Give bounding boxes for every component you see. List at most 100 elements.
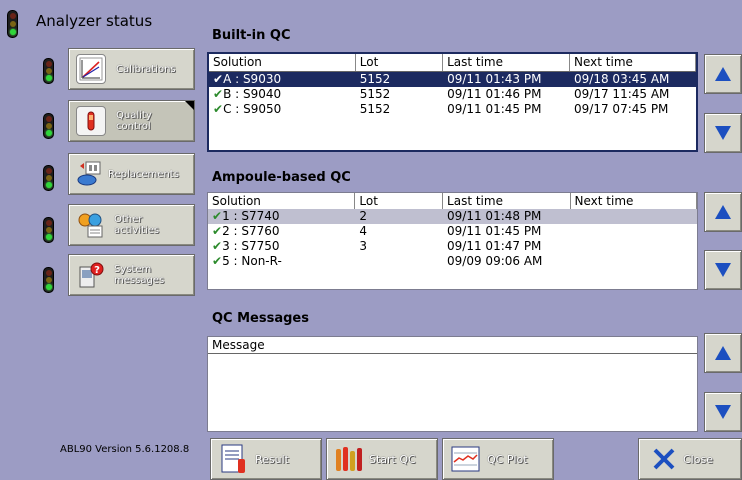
other-activities-button[interactable]: Other activities bbox=[68, 204, 195, 246]
next-time-cell: 09/18 03:45 AM bbox=[574, 72, 670, 86]
calibrations-button[interactable]: Calibrations bbox=[68, 48, 195, 90]
lot-cell: 5152 bbox=[359, 102, 391, 116]
solution-cell: 5 : Non-R- bbox=[222, 254, 282, 268]
qc-messages-list: Message bbox=[207, 336, 698, 432]
start-qc-ampoules-icon bbox=[336, 447, 362, 471]
result-label: Result bbox=[255, 452, 289, 466]
next-time-cell: 09/17 11:45 AM bbox=[574, 87, 670, 101]
builtin-qc-title: Built-in QC bbox=[212, 28, 291, 43]
ampoule-qc-title: Ampoule-based QC bbox=[212, 170, 351, 185]
arrow-down-icon bbox=[715, 126, 731, 140]
other-activities-icon bbox=[76, 211, 104, 239]
replacements-icon bbox=[76, 160, 104, 188]
messages-scroll-down-button[interactable] bbox=[704, 392, 742, 432]
close-button[interactable]: Close bbox=[638, 438, 742, 480]
status-light-other-activities bbox=[43, 217, 54, 243]
solution-cell: A : S9030 bbox=[223, 72, 282, 86]
table-row[interactable]: ✔A : S9030 5152 09/11 01:43 PM 09/18 03:… bbox=[209, 72, 696, 87]
next-time-cell: 09/17 07:45 PM bbox=[574, 102, 669, 116]
lot-cell: 5152 bbox=[359, 72, 391, 86]
table-row[interactable]: ✔2 : S7760 4 09/11 01:45 PM bbox=[208, 224, 697, 239]
last-time-cell: 09/11 01:43 PM bbox=[447, 72, 542, 86]
result-document-icon bbox=[221, 444, 245, 473]
last-time-cell: 09/11 01:45 PM bbox=[447, 102, 542, 116]
system-messages-icon: ? bbox=[76, 261, 104, 289]
qc-ampoule-icon bbox=[76, 106, 106, 136]
last-time-cell: 09/11 01:47 PM bbox=[447, 239, 542, 253]
solution-cell: B : S9040 bbox=[223, 87, 282, 101]
ampoule-qc-table: Solution Lot Last time Next time ✔1 : S7… bbox=[207, 192, 698, 290]
selected-corner-marker bbox=[185, 101, 194, 110]
status-light-replacements bbox=[43, 165, 54, 191]
arrow-up-icon bbox=[715, 205, 731, 219]
lot-cell: 3 bbox=[359, 239, 368, 253]
column-header[interactable]: Lot bbox=[356, 54, 444, 71]
table-row[interactable]: ✔B : S9040 5152 09/11 01:46 PM 09/17 11:… bbox=[209, 87, 696, 102]
qc-messages-title: QC Messages bbox=[212, 311, 309, 326]
system-messages-button[interactable]: ? System messages bbox=[68, 254, 195, 296]
table-header: Message bbox=[208, 337, 697, 354]
table-row[interactable]: ✔5 : Non-R- 09/09 09:06 AM bbox=[208, 254, 697, 269]
column-header[interactable]: Last time bbox=[443, 54, 571, 71]
check-icon: ✔ bbox=[212, 254, 223, 268]
result-button[interactable]: Result bbox=[210, 438, 322, 480]
status-light-calibrations bbox=[43, 58, 54, 84]
last-time-cell: 09/11 01:45 PM bbox=[447, 224, 542, 238]
arrow-up-icon bbox=[715, 67, 731, 81]
close-icon bbox=[653, 448, 675, 470]
qc-plot-button[interactable]: QC Plot bbox=[442, 438, 554, 480]
calibrations-label: Calibrations bbox=[116, 63, 176, 75]
column-header[interactable]: Next time bbox=[570, 54, 696, 71]
start-qc-label: Start QC bbox=[369, 452, 416, 466]
messages-scroll-up-button[interactable] bbox=[704, 333, 742, 373]
next-time-cell bbox=[571, 239, 697, 254]
check-icon: ✔ bbox=[212, 209, 223, 223]
version-label: ABL90 Version 5.6.1208.8 bbox=[60, 444, 190, 455]
last-time-cell: 09/11 01:48 PM bbox=[447, 209, 542, 223]
check-icon: ✔ bbox=[213, 102, 224, 116]
lot-cell: 2 bbox=[359, 209, 368, 223]
column-header[interactable]: Solution bbox=[208, 193, 356, 209]
solution-cell: 1 : S7740 bbox=[222, 209, 280, 223]
builtin-scroll-up-button[interactable] bbox=[704, 54, 742, 94]
close-label: Close bbox=[683, 452, 713, 466]
replacements-button[interactable]: Replacements bbox=[68, 153, 195, 195]
calibration-chart-icon bbox=[76, 54, 106, 84]
column-header[interactable]: Lot bbox=[355, 193, 444, 209]
svg-text:?: ? bbox=[94, 265, 100, 276]
next-time-cell bbox=[571, 224, 697, 239]
solution-cell: 2 : S7760 bbox=[222, 224, 280, 238]
solution-cell: 3 : S7750 bbox=[222, 239, 280, 253]
arrow-down-icon bbox=[715, 405, 731, 419]
system-messages-label: System messages bbox=[114, 264, 165, 286]
table-header: Solution Lot Last time Next time bbox=[208, 193, 697, 209]
column-header[interactable]: Solution bbox=[209, 54, 356, 71]
analyzer-status-light bbox=[7, 10, 18, 38]
check-icon: ✔ bbox=[213, 87, 224, 101]
ampoule-scroll-up-button[interactable] bbox=[704, 192, 742, 232]
column-header[interactable]: Next time bbox=[571, 193, 697, 209]
check-icon: ✔ bbox=[213, 72, 224, 86]
other-activities-label: Other activities bbox=[114, 214, 160, 236]
column-header[interactable]: Last time bbox=[443, 193, 571, 209]
table-row[interactable]: ✔3 : S7750 3 09/11 01:47 PM bbox=[208, 239, 697, 254]
arrow-up-icon bbox=[715, 346, 731, 360]
quality-control-button[interactable]: Quality control bbox=[68, 100, 195, 142]
column-header[interactable]: Message bbox=[208, 337, 697, 353]
lot-cell bbox=[355, 254, 443, 269]
status-light-system-messages bbox=[43, 267, 54, 293]
lot-cell: 4 bbox=[359, 224, 368, 238]
table-row[interactable]: ✔C : S9050 5152 09/11 01:45 PM 09/17 07:… bbox=[209, 102, 696, 117]
builtin-scroll-down-button[interactable] bbox=[704, 113, 742, 153]
check-icon: ✔ bbox=[212, 224, 223, 238]
qc-plot-label: QC Plot bbox=[487, 452, 528, 466]
arrow-down-icon bbox=[715, 263, 731, 277]
table-row[interactable]: ✔1 : S7740 2 09/11 01:48 PM bbox=[208, 209, 697, 224]
ampoule-scroll-down-button[interactable] bbox=[704, 250, 742, 290]
start-qc-button[interactable]: Start QC bbox=[326, 438, 438, 480]
table-header: Solution Lot Last time Next time bbox=[209, 54, 696, 72]
next-time-cell bbox=[571, 254, 697, 269]
next-time-cell bbox=[571, 209, 697, 224]
qc-plot-chart-icon bbox=[451, 446, 480, 472]
check-icon: ✔ bbox=[212, 239, 223, 253]
